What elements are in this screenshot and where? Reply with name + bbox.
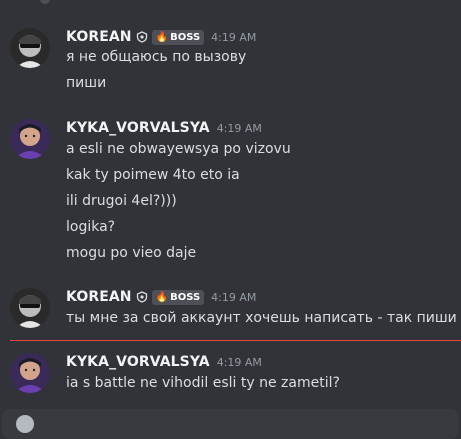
flame-icon: 🔥 [155,291,169,303]
username[interactable]: KYKA_VORVALSYA [66,354,210,370]
avatar[interactable] [10,28,50,68]
message-input-box[interactable] [2,409,459,439]
message-text: ia s battle ne vihodil esli ty ne zameti… [66,375,340,391]
message-text: logika? [66,219,116,235]
new-messages-divider [10,340,461,341]
message-text: ты мне за свой аккаунт хочешь написать -… [66,310,457,326]
message-header: KOREAN 🔥 BOSS 4:19 AM [66,28,256,46]
shield-icon [136,291,148,303]
timestamp[interactable]: 4:19 AM [211,31,256,44]
shield-icon [136,31,148,43]
role-badge[interactable]: 🔥 BOSS [151,29,205,45]
avatar[interactable] [10,288,50,328]
message-text: kak ty poimew 4to eto ia [66,167,240,183]
badge-label: BOSS [170,291,201,303]
timestamp[interactable]: 4:19 AM [211,291,256,304]
avatar[interactable] [10,119,50,159]
message-text: a esli ne obwayewsya po vizovu [66,141,291,157]
role-badge[interactable]: 🔥 BOSS [151,289,205,305]
username[interactable]: KOREAN [66,29,132,45]
previous-message-avatar-fragment [40,0,50,4]
timestamp[interactable]: 4:19 AM [217,356,262,369]
add-attachment-icon[interactable] [16,415,34,433]
badge-label: BOSS [170,31,201,43]
message-text: я не общаюсь по вызову [66,49,247,65]
message-text: mogu po vieo daje [66,245,197,261]
username[interactable]: KOREAN [66,289,132,305]
message-header: KOREAN 🔥 BOSS 4:19 AM [66,288,256,306]
message-header: KYKA_VORVALSYA 4:19 AM [66,119,262,137]
message-text: ili drugoi 4el?))) [66,193,177,209]
flame-icon: 🔥 [155,31,169,43]
timestamp[interactable]: 4:19 AM [217,122,262,135]
chat-message-list: KOREAN 🔥 BOSS 4:19 AM я не общаюсь по вы… [0,0,461,439]
message-text: пиши [66,75,107,91]
avatar[interactable] [10,353,50,393]
username[interactable]: KYKA_VORVALSYA [66,120,210,136]
message-header: KYKA_VORVALSYA 4:19 AM [66,353,262,371]
